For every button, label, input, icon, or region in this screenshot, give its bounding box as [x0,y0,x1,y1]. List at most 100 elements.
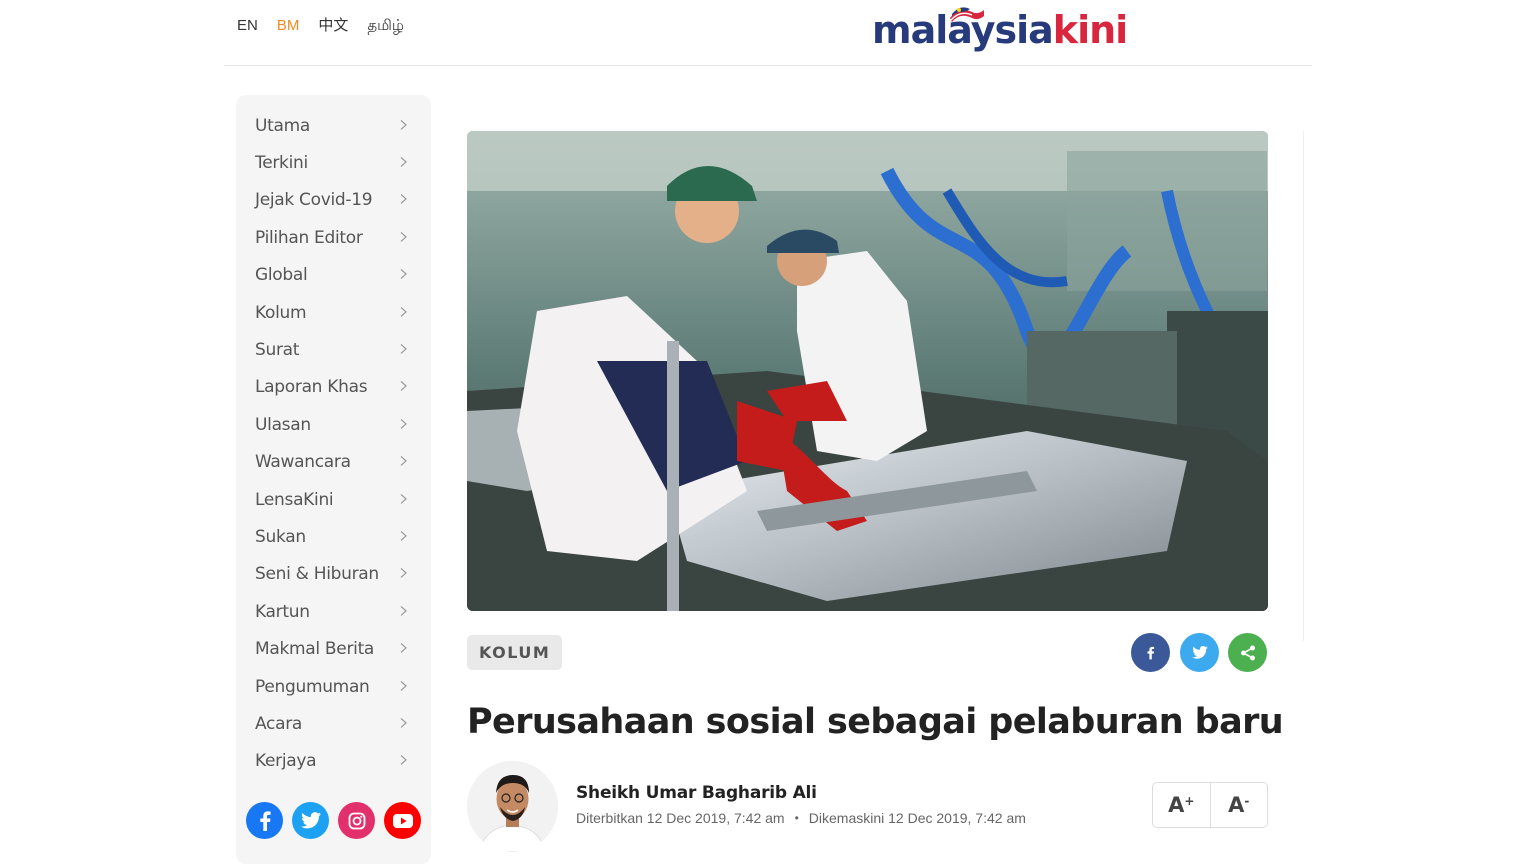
sidebar-item-label: Acara [255,713,303,734]
factory-workers-photo [467,131,1268,611]
sidebar-item-label: Sukan [255,526,306,547]
share-twitter-button[interactable] [1180,633,1219,672]
chevron-right-icon [400,343,407,354]
chevron-right-icon [400,717,407,728]
youtube-icon [392,813,413,828]
article-title: Perusahaan sosial sebagai pelaburan baru [467,702,1284,742]
right-column-divider [1303,131,1313,641]
chevron-right-icon [400,680,407,691]
chevron-right-icon [400,119,407,130]
sidebar-item-label: Utama [255,115,311,136]
language-switcher: EN BM 中文 தமிழ் [237,16,423,36]
chevron-right-icon [400,306,407,317]
chevron-right-icon [400,231,407,242]
lang-ta[interactable]: தமிழ் [367,16,404,36]
share-facebook-button[interactable] [1131,633,1170,672]
instagram-link[interactable] [338,802,375,839]
sidebar-item-surat[interactable]: Surat [236,331,431,368]
meta-separator: • [794,811,799,825]
font-decrease-button[interactable]: A- [1209,783,1268,827]
sidebar-item-utama[interactable]: Utama [236,107,431,144]
chevron-right-icon [400,418,407,429]
facebook-icon [1147,646,1155,659]
flag-icon [950,7,984,22]
chevron-right-icon [400,194,407,205]
sidebar-item-label: Makmal Berita [255,639,375,660]
article-meta: Diterbitkan 12 Dec 2019, 7:42 am • Dikem… [576,810,1026,826]
sidebar-item-label: Pilihan Editor [255,227,363,248]
sidebar-item-global[interactable]: Global [236,257,431,294]
sidebar-item-wawancara[interactable]: Wawancara [236,444,431,481]
sidebar-item-kartun[interactable]: Kartun [236,593,431,630]
facebook-icon [259,810,271,831]
font-decrease-label: A [1228,793,1245,817]
author-name[interactable]: Sheikh Umar Bagharib Ali [576,783,817,803]
chevron-right-icon [400,493,407,504]
share-button[interactable] [1228,633,1267,672]
sidebar-item-label: Laporan Khas [255,377,368,398]
sidebar-item-label: LensaKini [255,489,334,510]
sidebar-item-label: Seni & Hiburan [255,564,379,585]
font-decrease-sign: - [1244,794,1250,808]
sidebar-item-label: Kartun [255,601,310,622]
chevron-right-icon [400,456,407,467]
font-increase-button[interactable]: A + [1153,783,1210,827]
chevron-right-icon [400,568,407,579]
author-photo [467,761,558,852]
sidebar-item-kerjaya[interactable]: Kerjaya [236,743,431,780]
social-links [246,802,421,839]
sidebar-item-label: Terkini [255,153,308,174]
sidebar-item-label: Pengumuman [255,676,370,697]
font-increase-sign: + [1184,794,1195,808]
sidebar-item-label: Surat [255,340,300,361]
site-logo[interactable]: malaysiakini [872,4,1128,56]
font-increase-label: A [1168,793,1185,817]
sidebar-item-makmal-berita[interactable]: Makmal Berita [236,630,431,667]
sidebar-item-laporan-khas[interactable]: Laporan Khas [236,369,431,406]
sidebar-item-label: Kerjaya [255,751,317,772]
chevron-right-icon [400,381,407,392]
chevron-right-icon [400,269,407,280]
top-bar: EN BM 中文 தமிழ் malaysiakini [224,0,1312,66]
logo-text: malaysiakini [872,8,1128,52]
sidebar-item-label: Jejak Covid-19 [255,190,373,211]
twitter-icon [300,812,321,829]
lang-bm[interactable]: BM [277,16,300,36]
chevron-right-icon [400,530,407,541]
lang-zh[interactable]: 中文 [318,16,348,36]
chevron-right-icon [400,157,407,167]
facebook-link[interactable] [246,802,283,839]
twitter-link[interactable] [292,802,329,839]
sidebar-item-label: Global [255,265,308,286]
youtube-link[interactable] [384,802,421,839]
logo-part-2: kini [1052,8,1128,52]
share-icon [1240,645,1255,660]
published-date: Diterbitkan 12 Dec 2019, 7:42 am [576,810,785,826]
sidebar-item-acara[interactable]: Acara [236,705,431,742]
sidebar-item-sukan[interactable]: Sukan [236,518,431,555]
sidebar-item-jejak-covid[interactable]: Jejak Covid-19 [236,182,431,219]
instagram-icon [348,812,365,829]
author-avatar[interactable] [467,761,558,852]
sidebar-item-seni-hiburan[interactable]: Seni & Hiburan [236,556,431,593]
sidebar-item-label: Kolum [255,302,307,323]
sidebar-item-pilihan-editor[interactable]: Pilihan Editor [236,219,431,256]
sidebar-item-lensakini[interactable]: LensaKini [236,481,431,518]
sidebar: Utama Terkini Jejak Covid-19 Pilihan Edi… [236,95,431,864]
sidebar-item-pengumuman[interactable]: Pengumuman [236,668,431,705]
font-size-control: A + A- [1152,782,1268,828]
sidebar-item-label: Ulasan [255,414,311,435]
twitter-icon [1191,646,1208,659]
sidebar-item-ulasan[interactable]: Ulasan [236,406,431,443]
category-badge[interactable]: KOLUM [467,635,563,670]
chevron-right-icon [400,605,407,616]
sidebar-item-label: Wawancara [255,452,351,473]
lang-en[interactable]: EN [237,16,258,36]
hero-image [467,131,1268,611]
chevron-right-icon [400,643,407,654]
updated-date: Dikemaskini 12 Dec 2019, 7:42 am [808,810,1026,826]
sidebar-item-kolum[interactable]: Kolum [236,294,431,331]
chevron-right-icon [400,755,407,766]
sidebar-item-terkini[interactable]: Terkini [236,144,431,181]
sidebar-nav: Utama Terkini Jejak Covid-19 Pilihan Edi… [236,95,431,780]
